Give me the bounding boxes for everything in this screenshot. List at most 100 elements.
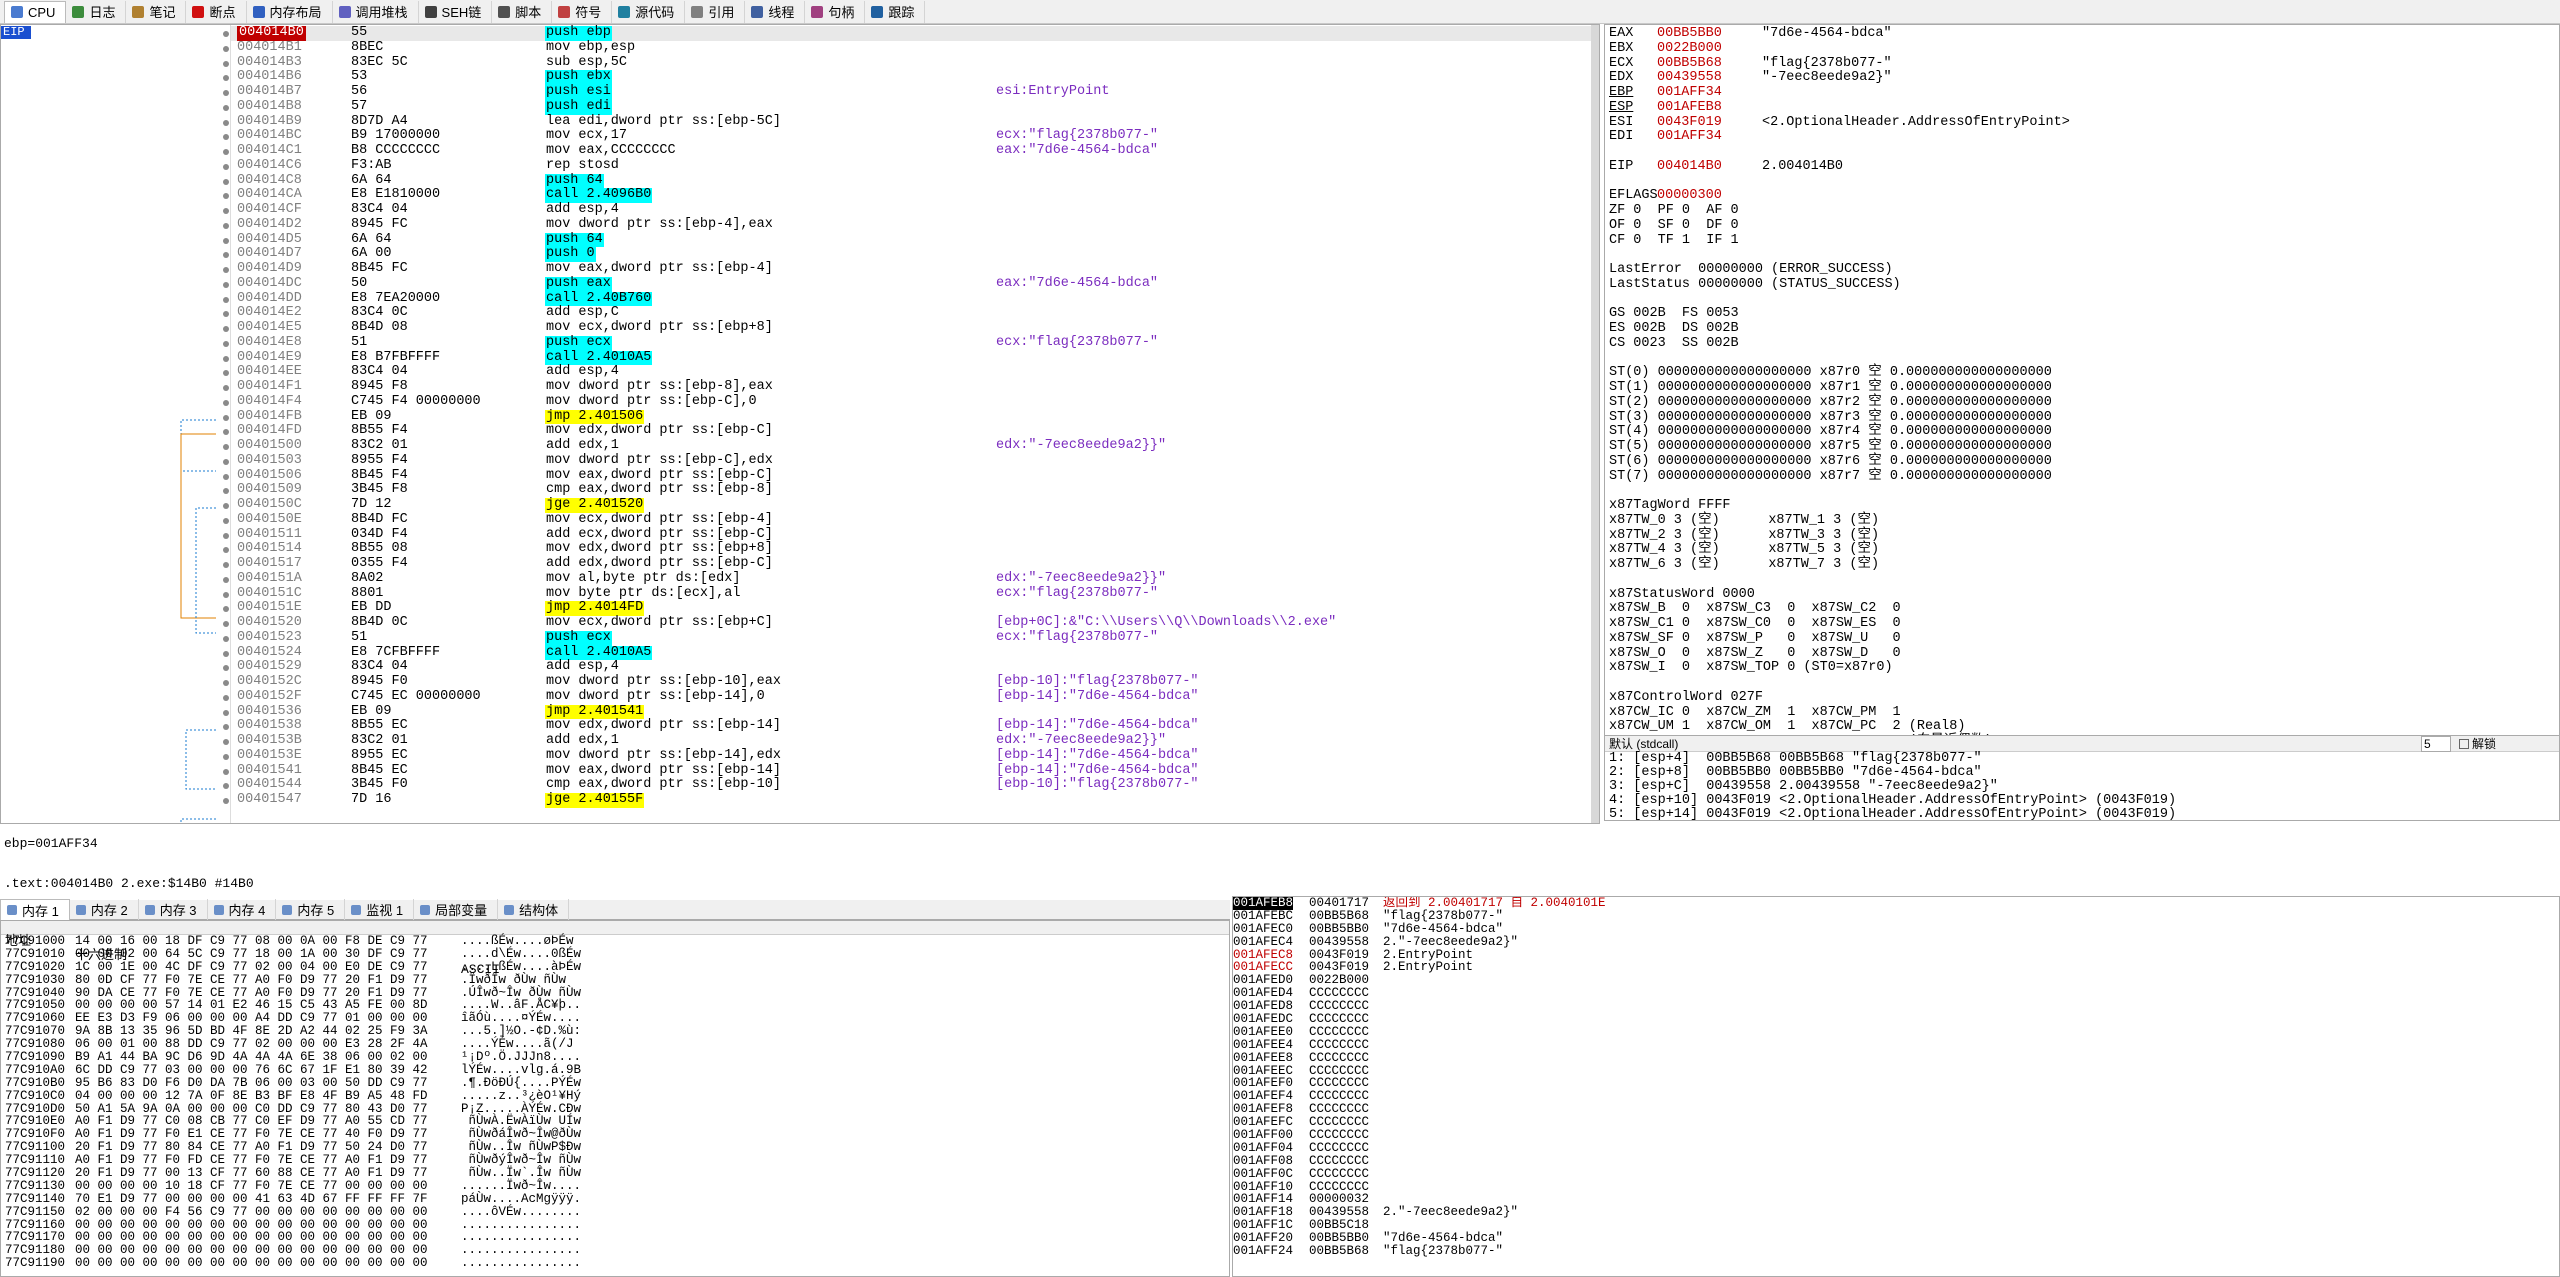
- breakpoint-dot-icon[interactable]: [223, 650, 229, 657]
- stack-line[interactable]: 001AFF04 CCCCCCCC: [1233, 1142, 2559, 1155]
- disassembly-row[interactable]: 004014E9 E8 B7FBFFFF call 2.4010A5: [223, 350, 1591, 366]
- breakpoint-dot-icon[interactable]: [223, 296, 229, 303]
- stack-line[interactable]: 001AFEF4 CCCCCCCC: [1233, 1090, 2559, 1103]
- disassembly-row[interactable]: 00401511 034D F4 add ecx,dword ptr ss:[ebp…: [223, 527, 1591, 543]
- tab-memory-map[interactable]: 内存布局: [247, 0, 333, 23]
- disassembly-row[interactable]: 004014EE 83C4 04 add esp,4: [223, 364, 1591, 380]
- breakpoint-dot-icon[interactable]: [223, 473, 229, 480]
- disassembly-row[interactable]: 0040150C 7D 12 jge 2.401520: [223, 497, 1591, 513]
- stack-line[interactable]: 001AFEDC CCCCCCCC: [1233, 1013, 2559, 1026]
- register-name[interactable]: EDX: [1609, 70, 1657, 86]
- disassembly-row[interactable]: 00401538 8B55 EC mov edx,dword ptr ss:[ebp…: [223, 718, 1591, 734]
- breakpoint-dot-icon[interactable]: [223, 680, 229, 686]
- unlock-checkbox[interactable]: [2459, 738, 2469, 749]
- disassembly-pane[interactable]: EIP 004014B0 55 push ebp 004014B1 8BEC mov eb…: [0, 24, 1600, 824]
- disassembly-row[interactable]: 004014DD E8 7EA20000 call 2.40B760: [223, 291, 1591, 307]
- disassembly-row[interactable]: 00401544 3B45 F0 cmp eax,dword ptr ss:[ebp…: [223, 777, 1591, 793]
- disassembly-row[interactable]: 0040153E 8955 EC mov dword ptr ss:[ebp-14]…: [223, 748, 1591, 764]
- disassembly-row[interactable]: 00401523 51 push ecx ecx:"flag{2378b077-": [223, 630, 1591, 646]
- disassembly-row[interactable]: 00401524 E8 7CFBFFFF call 2.4010A5: [223, 645, 1591, 661]
- breakpoint-dot-icon[interactable]: [223, 576, 229, 583]
- disassembly-row[interactable]: 0040151A 8A02 mov al,byte ptr ds:[edx] edx:…: [223, 571, 1591, 587]
- breakpoint-dot-icon[interactable]: [223, 591, 229, 598]
- register-value[interactable]: 00439558: [1657, 70, 1762, 86]
- stack-line[interactable]: 001AFEC0 00BB5BB0 "7d6e-4564-bdca": [1233, 922, 2559, 936]
- disassembly-row[interactable]: 004014FB EB 09 jmp 2.401506: [223, 409, 1591, 425]
- dump-tab-6[interactable]: 监视 1: [345, 898, 415, 921]
- disassembly-row[interactable]: 004014B3 83EC 5C sub esp,5C: [223, 55, 1591, 71]
- breakpoint-dot-icon[interactable]: [223, 414, 229, 421]
- tab-threads[interactable]: 线程: [745, 0, 806, 23]
- breakpoint-dot-icon[interactable]: [223, 281, 229, 288]
- arg-count-spinner[interactable]: 5: [2421, 735, 2451, 752]
- register-value[interactable]: 0043F019: [1657, 115, 1762, 131]
- tab-log[interactable]: 日志: [66, 0, 127, 23]
- register-value[interactable]: 001AFF34: [1657, 129, 1762, 145]
- disassembly-row[interactable]: 0040151C 8801 mov byte ptr ds:[ecx],al ecx:…: [223, 586, 1591, 602]
- arg-line[interactable]: 3: [esp+C] 00439558 2.00439558 "-7eec8ee…: [1605, 780, 2559, 794]
- disassembly-row[interactable]: 00401509 3B45 F8 cmp eax,dword ptr ss:[ebp…: [223, 482, 1591, 498]
- stack-pane[interactable]: 001AFEB8 00401717 返回到 2.00401717 自 2.00401…: [1232, 896, 2560, 1277]
- disassembly-row[interactable]: 004014FD 8B55 F4 mov edx,dword ptr ss:[ebp…: [223, 423, 1591, 439]
- register-value[interactable]: 001AFEB8: [1657, 100, 1762, 116]
- stack-line[interactable]: 001AFF08 CCCCCCCC: [1233, 1154, 2559, 1168]
- disassembly-row[interactable]: 00401536 EB 09 jmp 2.401541: [223, 704, 1591, 720]
- breakpoint-dot-icon[interactable]: [223, 753, 229, 760]
- stack-line[interactable]: 001AFEF8 CCCCCCCC: [1233, 1103, 2559, 1116]
- breakpoint-dot-icon[interactable]: [223, 222, 229, 229]
- stack-line[interactable]: 001AFF00 CCCCCCCC: [1233, 1129, 2559, 1142]
- disassembly-row[interactable]: 004014D5 6A 64 push 64: [223, 232, 1591, 248]
- breakpoint-dot-icon[interactable]: [223, 635, 229, 642]
- register-value[interactable]: 00BB5B68: [1657, 56, 1762, 72]
- arg-line[interactable]: 4: [esp+10] 0043F019 <2.OptionalHeader.A…: [1605, 794, 2559, 808]
- dump-line[interactable]: 77C91190 00 00 00 00 00 00 00 00 00 00 00…: [1, 1257, 1229, 1270]
- tab-cpu[interactable]: CPU: [4, 0, 67, 23]
- tab-handles[interactable]: 句柄: [805, 0, 866, 23]
- breakpoint-dot-icon[interactable]: [223, 768, 229, 775]
- disassembly-row[interactable]: 0040152F C745 EC 00000000 mov dword ptr ss…: [223, 689, 1591, 705]
- tab-seh[interactable]: SEH链: [419, 0, 493, 23]
- dump-line[interactable]: 77C91140 70 E1 D9 77 00 00 00 00 41 63 4D…: [1, 1192, 1229, 1206]
- register-name[interactable]: EFLAGS: [1609, 188, 1658, 204]
- dump-line[interactable]: 77C910B0 95 B6 83 D0 F6 D0 DA 7B 06 00 03…: [1, 1076, 1229, 1090]
- breakpoint-dot-icon[interactable]: [223, 621, 229, 627]
- disassembly-row[interactable]: 004014C8 6A 64 push 64: [223, 173, 1591, 189]
- stack-line[interactable]: 001AFEE4 CCCCCCCC: [1233, 1038, 2559, 1052]
- disassembly-row[interactable]: 004014F4 C745 F4 00000000 mov dword ptr ss…: [223, 394, 1591, 410]
- breakpoint-dot-icon[interactable]: [223, 532, 229, 539]
- stack-line[interactable]: 001AFF24 00BB5B68 "flag{2378b077-": [1233, 1245, 2559, 1258]
- register-name[interactable]: ESI: [1609, 115, 1657, 131]
- disassembly-row[interactable]: 004014B8 57 push edi: [223, 99, 1591, 115]
- dump-line[interactable]: 77C910A0 6C DD C9 77 03 00 00 00 76 6C 67…: [1, 1064, 1229, 1077]
- disassembly-row[interactable]: 00401514 8B55 08 mov edx,dword ptr ss:[ebp…: [223, 541, 1591, 557]
- disassembly-row[interactable]: 00401529 83C4 04 add esp,4: [223, 659, 1591, 675]
- dump-tab-7[interactable]: 局部变量: [414, 898, 499, 921]
- breakpoint-dot-icon[interactable]: [223, 104, 229, 111]
- disassembly-row[interactable]: 004014CF 83C4 04 add esp,4: [223, 202, 1591, 218]
- breakpoint-dot-icon[interactable]: [223, 45, 229, 52]
- breakpoint-dot-icon[interactable]: [223, 31, 229, 37]
- disassembly-row[interactable]: 0040151E EB DD jmp 2.4014FD: [223, 600, 1591, 616]
- dump-line[interactable]: 77C91010 00 00 02 00 64 5C C9 77 18 00 1A…: [1, 947, 1229, 961]
- dump-line[interactable]: 77C91030 80 0D CF 77 F0 7E CE 77 A0 F0 D9…: [1, 973, 1229, 987]
- tab-call-stack[interactable]: 调用堆栈: [333, 0, 419, 23]
- stack-line[interactable]: 001AFED0 0022B000: [1233, 974, 2559, 987]
- disassembly-row[interactable]: 004014B6 53 push ebx: [223, 69, 1591, 85]
- stack-line[interactable]: 001AFED4 CCCCCCCC: [1233, 987, 2559, 1000]
- stack-line[interactable]: 001AFEE0 CCCCCCCC: [1233, 1026, 2559, 1039]
- breakpoint-dot-icon[interactable]: [223, 178, 229, 185]
- disassembly-row[interactable]: 00401500 83C2 01 add edx,1 edx:"-7eec8eede9…: [223, 438, 1591, 454]
- breakpoint-dot-icon[interactable]: [223, 709, 229, 716]
- tab-source[interactable]: 源代码: [612, 0, 686, 23]
- register-name[interactable]: ESP: [1609, 100, 1657, 116]
- disassembly-row[interactable]: 00401541 8B45 EC mov eax,dword ptr ss:[ebp…: [223, 763, 1591, 779]
- dump-line[interactable]: 77C91130 00 00 00 00 10 18 CF 77 F0 7E CE…: [1, 1180, 1229, 1193]
- dump-tab-1[interactable]: 内存 1: [0, 898, 70, 921]
- registers-pane[interactable]: EAX 00BB5BB0 "7d6e-4564-bdca" EBX 0022B000 EC…: [1604, 24, 2560, 744]
- stack-line[interactable]: 001AFEB8 00401717 返回到 2.00401717 自 2.00401…: [1233, 897, 2559, 910]
- register-value[interactable]: 004014B0: [1657, 159, 1762, 175]
- breakpoint-dot-icon[interactable]: [223, 237, 229, 244]
- breakpoint-dot-icon[interactable]: [223, 739, 229, 745]
- tab-symbols[interactable]: 符号: [552, 0, 613, 23]
- dump-tab-8[interactable]: 结构体: [498, 898, 570, 921]
